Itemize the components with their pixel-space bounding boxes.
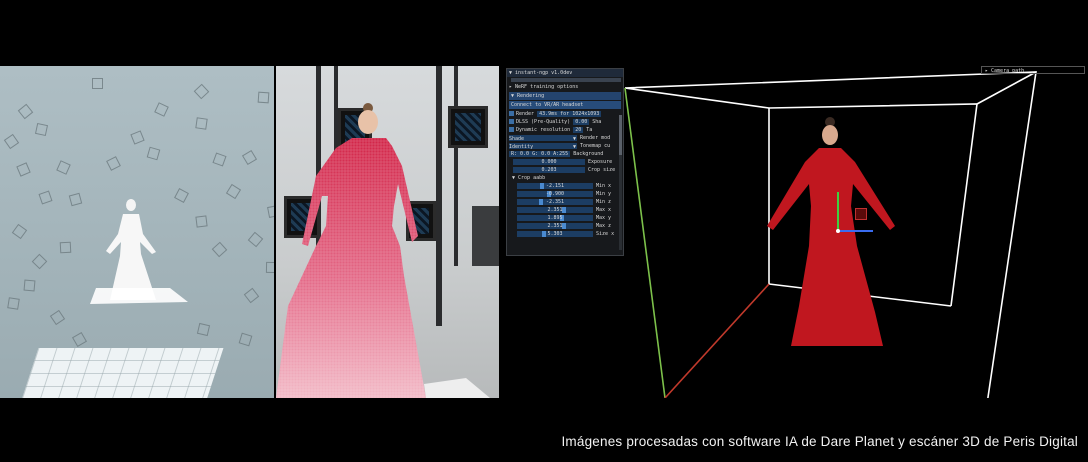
crop-slider[interactable]: 2.351 (517, 206, 593, 213)
slider-value: 2.351 (547, 222, 563, 229)
combo-box[interactable]: Identity ▼ (509, 142, 577, 150)
crop-slider-row[interactable]: 5.303 Size x (507, 230, 623, 238)
crop-slider[interactable]: -0.900 (517, 190, 593, 197)
gizmo-z-axis[interactable] (839, 230, 873, 232)
combo-row[interactable]: Identity ▼ Tonemap cu (507, 142, 623, 150)
value-field[interactable]: 0.000 (513, 158, 585, 165)
checkbox-label: DLSS (Pre-Quality) (516, 119, 571, 125)
connect-vr-button[interactable]: Connect to VR/AR headset (509, 101, 621, 109)
checkbox[interactable] (509, 119, 514, 124)
crop-slider-row[interactable]: -2.351 Min z (507, 198, 623, 206)
slider-value: 1.895 (547, 214, 563, 221)
slider-label: Size x (596, 231, 615, 237)
checkbox[interactable] (509, 127, 514, 132)
camera-path-label: Camera path (991, 68, 1025, 74)
panel-scrollbar[interactable] (619, 115, 622, 250)
checkbox-row[interactable]: DLSS (Pre-Quality) 0.00 Sha (507, 118, 623, 126)
checkbox[interactable] (509, 111, 514, 116)
slider-value: -2.351 (545, 198, 565, 205)
woman-in-red-dress (276, 103, 490, 398)
value-row[interactable]: 0.000 Exposure (507, 158, 623, 166)
button-label: Connect to VR/AR headset (511, 102, 584, 108)
section-rendering[interactable]: ▼ Rendering (509, 92, 621, 100)
crop-slider[interactable]: 2.351 (517, 222, 593, 229)
checkbox-row[interactable]: Dynamic resolution 20 Ta (507, 126, 623, 134)
crop-slider[interactable]: 5.303 (517, 230, 593, 237)
slider-label: Max x (596, 207, 612, 213)
crop-slider-row[interactable]: 2.351 Max x (507, 206, 623, 214)
slider-label: Min y (596, 191, 612, 197)
trailing-label: Sha (592, 119, 602, 125)
image-caption: Imágenes procesadas con software IA de D… (561, 434, 1078, 449)
combo-row[interactable]: Shade ▼ Render mod (507, 134, 623, 142)
white-figure-model (90, 199, 188, 304)
chevron-down-icon: ▼ (572, 135, 576, 142)
slider-value: -0.900 (545, 190, 565, 197)
slider-label: Min z (596, 199, 612, 205)
panel-title[interactable]: ▼ instant-ngp v1.0dev (507, 69, 623, 77)
combo-value: Identity (509, 143, 534, 150)
crop-slider-row[interactable]: 1.895 Max y (507, 214, 623, 222)
gizmo-origin[interactable] (836, 229, 840, 233)
trailing-label: Ta (586, 127, 593, 133)
value-field[interactable]: 0.203 (513, 166, 585, 173)
photogrammetry-viewport (0, 66, 274, 398)
crop-aabb-header[interactable]: ▼ Crop aabb (507, 174, 623, 182)
field-label: Exposure (588, 159, 613, 165)
settings-panel[interactable]: ▼ instant-ngp v1.0dev ▸ NeRF training op… (506, 68, 624, 256)
checkbox-row[interactable]: Render 43.9ms for 1024x1093 (507, 110, 623, 118)
combo-box[interactable]: Shade ▼ (509, 134, 577, 142)
combo-value: Shade (509, 135, 525, 142)
slider-knob[interactable] (542, 230, 547, 237)
slider-label: Max z (596, 223, 612, 229)
combo-label: Render mod (580, 135, 611, 141)
checkbox-label: Render (516, 111, 535, 117)
combo-label: Tonemap cu (580, 143, 611, 149)
slider-value: 5.303 (547, 230, 563, 237)
value-row[interactable]: 0.203 Crop size (507, 166, 623, 174)
value-field[interactable]: 20 (573, 126, 584, 133)
background-color-row[interactable]: R: 0.0 G: 0.0 A:255 Background (507, 150, 623, 158)
section-label: Rendering (517, 93, 545, 99)
crop-slider[interactable]: 1.895 (517, 214, 593, 221)
gizmo-handle[interactable] (855, 208, 867, 220)
slider-label: Max y (596, 215, 612, 221)
value-field[interactable]: 0.00 (573, 118, 590, 125)
crop-slider-row[interactable]: 2.351 Max z (507, 222, 623, 230)
slider-knob[interactable] (540, 182, 545, 189)
field-label: Crop size (588, 167, 616, 173)
slider-label: Min x (596, 183, 612, 189)
subsection-label: Crop aabb (518, 175, 546, 181)
gizmo-y-axis[interactable] (837, 192, 839, 232)
section-nerf-training[interactable]: ▸ NeRF training options (507, 83, 623, 91)
checkbox-label: Dynamic resolution (516, 127, 571, 133)
slider-value: 2.351 (547, 206, 563, 213)
value-field[interactable]: 43.9ms for 1024x1093 (537, 110, 602, 117)
panel-title-text: instant-ngp v1.0dev (515, 70, 573, 76)
crop-slider-row[interactable]: -0.900 Min y (507, 190, 623, 198)
color-field: R: 0.0 G: 0.0 A:255 (509, 150, 571, 157)
camera-path-dropdown[interactable]: ▸ Camera path (981, 66, 1085, 74)
section-label: NeRF training options (515, 84, 579, 90)
crop-slider[interactable]: -2.351 (517, 198, 593, 205)
studio-photo (276, 66, 499, 398)
crop-slider-row[interactable]: -2.151 Min x (507, 182, 623, 190)
crop-slider[interactable]: -2.151 (517, 182, 593, 189)
slider-knob[interactable] (538, 198, 543, 205)
slider-value: -2.151 (545, 182, 565, 189)
field-label: Background (573, 151, 604, 157)
chevron-down-icon: ▼ (572, 143, 576, 150)
